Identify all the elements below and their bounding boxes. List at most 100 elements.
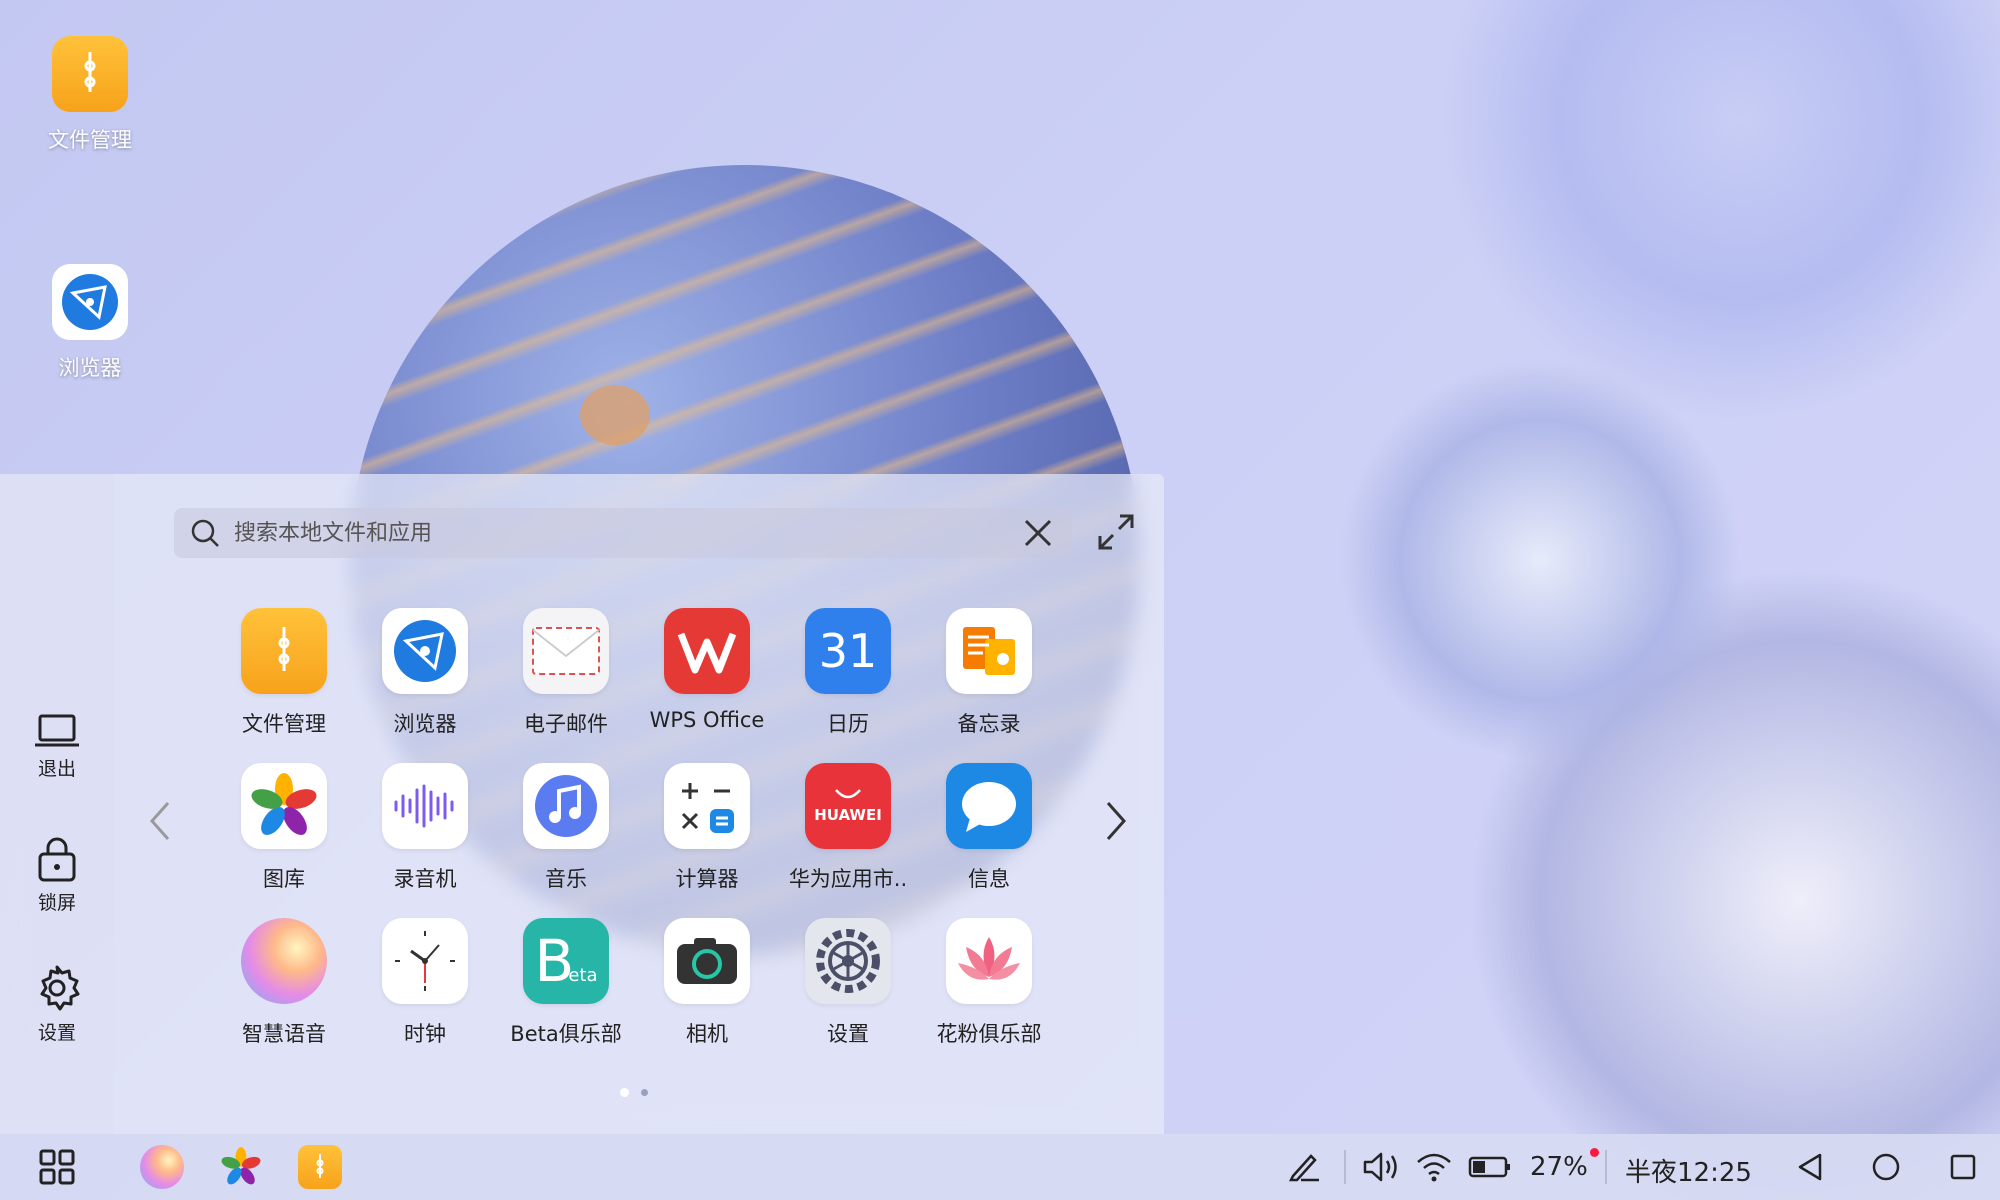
app-recorder[interactable]: 录音机 xyxy=(355,763,495,893)
app-email[interactable]: 电子邮件 xyxy=(496,608,636,738)
nav-home-button[interactable] xyxy=(1862,1143,1910,1191)
nav-back-button[interactable] xyxy=(1786,1143,1834,1191)
pen-icon xyxy=(1288,1154,1319,1182)
rail-settings-label: 设置 xyxy=(37,1022,76,1044)
taskbar-divider xyxy=(1344,1150,1346,1184)
clock-time[interactable]: 半夜12:25 xyxy=(1625,1152,1752,1189)
notification-dot xyxy=(1590,1148,1599,1157)
app-label: 华为应用市.. xyxy=(788,867,908,891)
wps-office-icon xyxy=(664,608,750,694)
app-label: 电子邮件 xyxy=(524,712,608,736)
desktop-browser[interactable]: 浏览器 xyxy=(20,264,160,382)
app-label: WPS Office xyxy=(649,708,765,732)
battery-indicator[interactable] xyxy=(1465,1143,1515,1191)
app-messages[interactable]: 信息 xyxy=(919,763,1059,893)
app-clock[interactable]: 时钟 xyxy=(355,918,495,1048)
app-label: 信息 xyxy=(968,867,1010,891)
file-manager-icon xyxy=(298,1145,342,1189)
taskbar-divider xyxy=(1605,1150,1607,1184)
expand-button[interactable] xyxy=(1096,512,1136,552)
app-music[interactable]: 音乐 xyxy=(496,763,636,893)
voice-assistant-icon xyxy=(140,1145,184,1189)
browser-icon xyxy=(382,608,468,694)
app-notes[interactable]: 备忘录 xyxy=(919,608,1059,738)
recorder-icon xyxy=(382,763,468,849)
taskbar-voice-assistant[interactable] xyxy=(138,1143,186,1191)
lock-icon xyxy=(38,837,76,882)
rail-exit-button[interactable]: 退出 xyxy=(0,714,114,781)
app-calculator[interactable]: 计算器 xyxy=(637,763,777,893)
app-beta-club[interactable]: Beta Beta俱乐部 xyxy=(496,918,636,1048)
notes-icon xyxy=(946,608,1032,694)
appgallery-icon: HUAWEI xyxy=(805,763,891,849)
wallpaper-planet-spot xyxy=(580,385,650,445)
app-fans-club[interactable]: 花粉俱乐部 xyxy=(919,918,1059,1048)
wifi-icon xyxy=(1417,1153,1451,1182)
chevron-left-icon xyxy=(149,802,170,840)
battery-percent: 27% xyxy=(1530,1152,1588,1182)
app-label: 备忘录 xyxy=(957,712,1021,736)
app-file-manager[interactable]: 文件管理 xyxy=(214,608,354,738)
handwriting-button[interactable] xyxy=(1280,1143,1328,1191)
file-manager-icon xyxy=(52,36,128,112)
back-triangle-icon xyxy=(1798,1153,1822,1181)
app-calendar[interactable]: 31 日历 xyxy=(778,608,918,738)
volume-icon xyxy=(1363,1152,1397,1182)
close-icon xyxy=(1024,519,1052,547)
app-label: 图库 xyxy=(263,867,305,891)
taskbar-file-manager[interactable] xyxy=(296,1143,344,1191)
page-dot[interactable] xyxy=(641,1089,648,1096)
start-menu-button[interactable] xyxy=(33,1143,81,1191)
rail-exit-label: 退出 xyxy=(37,758,76,780)
app-label: 录音机 xyxy=(393,867,457,891)
app-label: 相机 xyxy=(686,1022,728,1046)
desktop-file-manager[interactable]: 文件管理 xyxy=(20,36,160,154)
clock-icon xyxy=(382,918,468,1004)
rail-settings-button[interactable]: 设置 xyxy=(0,964,114,1045)
app-appgallery[interactable]: HUAWEI 华为应用市.. xyxy=(778,763,918,893)
start-menu-panel: 退出 锁屏 设置 文件管理 浏览器 xyxy=(0,474,1164,1134)
app-browser[interactable]: 浏览器 xyxy=(355,608,495,738)
page-indicator xyxy=(620,1088,648,1097)
app-camera[interactable]: 相机 xyxy=(637,918,777,1048)
gallery-icon xyxy=(241,763,327,849)
nav-recents-button[interactable] xyxy=(1939,1143,1987,1191)
expand-icon xyxy=(1098,514,1134,550)
file-manager-icon xyxy=(241,608,327,694)
app-label: 计算器 xyxy=(675,867,739,891)
app-label: 智慧语音 xyxy=(242,1022,326,1046)
search-input[interactable] xyxy=(234,520,1020,546)
taskbar-gallery[interactable] xyxy=(217,1143,265,1191)
next-page-arrow[interactable] xyxy=(1098,796,1134,846)
calendar-date: 31 xyxy=(818,624,878,678)
music-icon xyxy=(523,763,609,849)
laptop-icon xyxy=(35,714,79,747)
search-icon xyxy=(191,519,219,547)
volume-button[interactable] xyxy=(1357,1143,1405,1191)
appgallery-wordmark: HUAWEI xyxy=(814,806,882,824)
app-label: Beta俱乐部 xyxy=(510,1022,622,1046)
battery-icon xyxy=(1468,1156,1510,1178)
app-wps-office[interactable]: WPS Office xyxy=(637,608,777,732)
left-rail: 退出 锁屏 设置 xyxy=(0,474,114,1134)
beta-glyph-small: eta xyxy=(568,964,598,986)
page-dot-active[interactable] xyxy=(620,1088,629,1097)
desktop-icon-label: 浏览器 xyxy=(58,356,122,380)
fans-club-icon xyxy=(946,918,1032,1004)
desktop-icon-label: 文件管理 xyxy=(48,128,132,152)
home-circle-icon xyxy=(1872,1153,1900,1181)
app-settings[interactable]: 设置 xyxy=(778,918,918,1048)
app-label: 浏览器 xyxy=(393,712,457,736)
app-grid-icon xyxy=(39,1149,75,1185)
app-voice-assistant[interactable]: 智慧语音 xyxy=(214,918,354,1048)
email-icon xyxy=(523,608,609,694)
clear-search-button[interactable] xyxy=(1020,515,1056,551)
beta-club-icon: Beta xyxy=(523,918,609,1004)
wifi-button[interactable] xyxy=(1410,1143,1458,1191)
rail-lock-button[interactable]: 锁屏 xyxy=(0,836,114,915)
prev-page-arrow[interactable] xyxy=(142,796,178,846)
app-label: 日历 xyxy=(827,712,869,736)
browser-icon xyxy=(52,264,128,340)
app-gallery[interactable]: 图库 xyxy=(214,763,354,893)
camera-icon xyxy=(664,918,750,1004)
